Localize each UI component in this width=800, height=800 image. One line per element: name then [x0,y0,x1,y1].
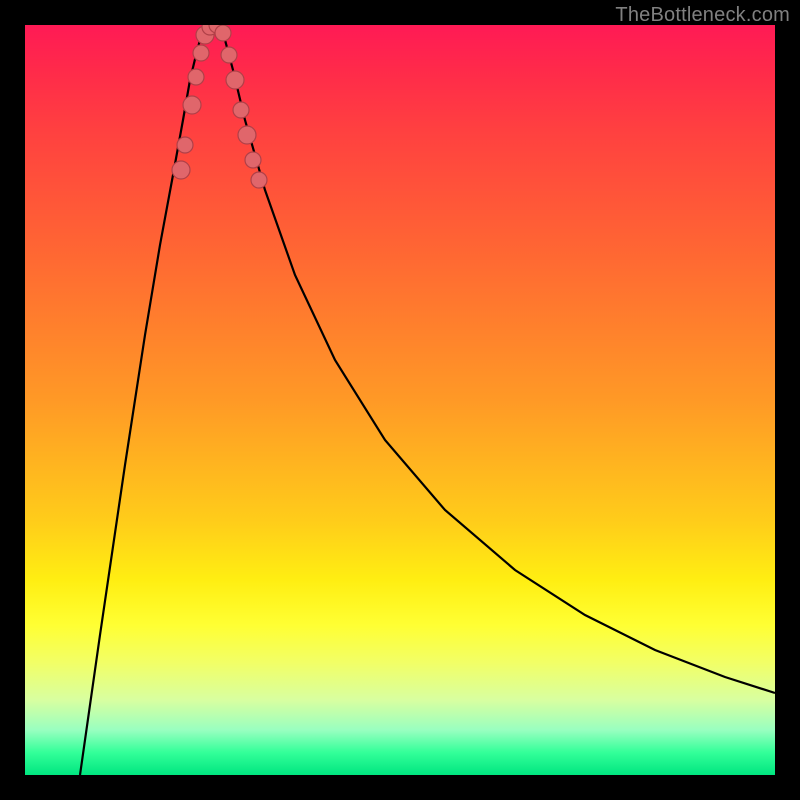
data-point-marker [221,47,237,63]
watermark-text: TheBottleneck.com [615,4,790,27]
curve-layer [25,25,775,775]
data-point-marker [233,102,249,118]
plot-area [25,25,775,775]
data-point-marker [251,172,267,188]
data-point-marker [238,126,256,144]
data-point-marker [193,45,209,61]
data-point-marker [177,137,193,153]
chart-frame: TheBottleneck.com [0,0,800,800]
data-point-marker [245,152,261,168]
bottleneck-right-curve [220,25,775,693]
data-point-marker [188,69,204,85]
data-point-marker [215,25,231,41]
data-point-marker [172,161,190,179]
data-point-marker [183,96,201,114]
data-point-marker [226,71,244,89]
highlighted-data-points [172,25,267,188]
bottleneck-left-curve [80,25,210,775]
